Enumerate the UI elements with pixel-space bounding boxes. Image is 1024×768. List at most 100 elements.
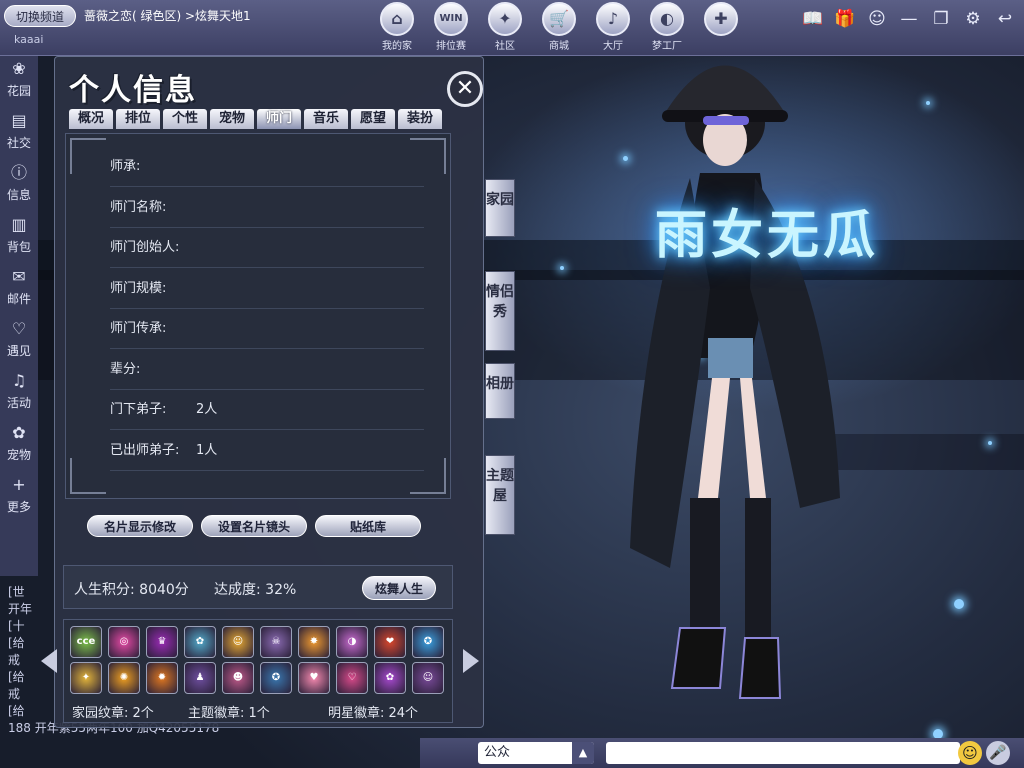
switch-channel-button[interactable]: 切换频道 <box>4 5 76 27</box>
badge-box: cce ◎ ♛ ✿ ☺ ☠ ✸ ◑ ❤ ✪ ✦ ✺ ✹ ♟ ☻ ✪ ♥ ♡ ✿ ☺ 家园纹章: 2个 主题徽章: 1个… <box>63 619 453 723</box>
chat-channel-select[interactable]: 公众 ▲ <box>478 742 594 764</box>
next-arrow[interactable] <box>463 649 479 673</box>
badge-grid: cce ◎ ♛ ✿ ☺ ☠ ✸ ◑ ❤ ✪ ✦ ✺ ✹ ♟ ☻ ✪ ♥ ♡ ✿ ☺ <box>70 626 446 694</box>
rail-item[interactable]: ❀ 花园 <box>0 56 38 108</box>
rail-item[interactable]: + 更多 <box>0 472 38 524</box>
main-nav: ⌂ 我的家 WIN 排位赛 ✦ 社区 🛒 商城 ♪ 大厅 ◐ 梦工厂 ✚ <box>370 2 748 52</box>
nav-item[interactable]: ✚ <box>694 2 748 52</box>
badge-icon[interactable]: ❤ <box>374 626 406 658</box>
book-icon[interactable]: 📖 <box>800 6 826 32</box>
back-icon[interactable]: ↩ <box>992 6 1018 32</box>
chat-bar: 公众 ▲ ☺ 🎤 <box>420 738 1024 768</box>
tab-2[interactable]: 个性 <box>163 109 207 129</box>
badge-icon[interactable]: ♛ <box>146 626 178 658</box>
house-icon[interactable]: ⌂ <box>380 2 414 36</box>
badge-icon[interactable]: ♡ <box>336 662 368 694</box>
rail-item[interactable]: ▤ 社交 <box>0 108 38 160</box>
tab-4[interactable]: 师门 <box>257 109 301 129</box>
light-particle <box>988 441 992 445</box>
row-label: 师门传承: <box>110 321 167 336</box>
rail-item[interactable]: ⓘ 信息 <box>0 160 38 212</box>
tab-3[interactable]: 宠物 <box>210 109 254 129</box>
tab-6[interactable]: 愿望 <box>351 109 395 129</box>
rail-item[interactable]: ♫ 活动 <box>0 368 38 420</box>
settings-icon[interactable]: ⚙ <box>960 6 986 32</box>
nav-item[interactable]: ✦ 社区 <box>478 2 532 52</box>
action-button[interactable]: 设置名片镜头 <box>201 515 307 537</box>
badge-icon[interactable]: ◑ <box>336 626 368 658</box>
restore-icon[interactable]: ❐ <box>928 6 954 32</box>
chat-icon: ▤ <box>11 111 27 130</box>
prev-arrow[interactable] <box>41 649 57 673</box>
rail-label: 遇见 <box>6 344 31 358</box>
badge-icon[interactable]: ◎ <box>108 626 140 658</box>
community-icon[interactable]: ✦ <box>488 2 522 36</box>
mic-icon[interactable]: 🎤 <box>986 741 1010 765</box>
badge-icon[interactable]: ✦ <box>70 662 102 694</box>
badge-icon[interactable]: ✿ <box>184 626 216 658</box>
win-icon[interactable]: WIN <box>434 2 468 36</box>
nav-label: 社区 <box>495 41 515 52</box>
badge-icon[interactable]: ♥ <box>298 662 330 694</box>
tab-1[interactable]: 排位 <box>116 109 160 129</box>
rail-label: 更多 <box>6 500 31 514</box>
action-button[interactable]: 贴纸库 <box>315 515 421 537</box>
nav-item[interactable]: WIN 排位赛 <box>424 2 478 52</box>
badge-icon[interactable]: ☺ <box>412 662 444 694</box>
minimize-icon[interactable]: — <box>896 6 922 32</box>
plus-icon: + <box>12 475 26 494</box>
mail-icon: ✉ <box>12 267 26 286</box>
bag-icon: ▥ <box>11 215 27 234</box>
rail-item[interactable]: ▥ 背包 <box>0 212 38 264</box>
rail-label: 社交 <box>6 136 31 150</box>
badge-icon[interactable]: ☺ <box>222 626 254 658</box>
rail-item[interactable]: ♡ 遇见 <box>0 316 38 368</box>
nav-item[interactable]: 🛒 商城 <box>532 2 586 52</box>
badge-icon[interactable]: ☻ <box>222 662 254 694</box>
badge-icon[interactable]: ✸ <box>298 626 330 658</box>
badge-icon[interactable]: ✹ <box>146 662 178 694</box>
cart-icon[interactable]: 🛒 <box>542 2 576 36</box>
player-avatar[interactable] <box>600 28 860 708</box>
close-button[interactable]: ✕ <box>447 71 483 107</box>
flower-icon: ❀ <box>12 59 26 78</box>
chat-input[interactable] <box>606 742 960 764</box>
chat-channel-label: 公众 <box>484 745 511 760</box>
tab-5[interactable]: 音乐 <box>304 109 348 129</box>
rail-label: 背包 <box>6 240 31 254</box>
badge-icon[interactable]: ☠ <box>260 626 292 658</box>
tab-7[interactable]: 装扮 <box>398 109 442 129</box>
light-particle <box>954 599 964 609</box>
music-icon[interactable]: ♪ <box>596 2 630 36</box>
chevron-up-icon[interactable]: ▲ <box>572 742 594 764</box>
top-bar: 切换频道 蔷薇之恋( 绿色区) >炫舞天地1 kaaai ⌂ 我的家 WIN 排位赛 ✦… <box>0 0 1024 56</box>
badge-icon[interactable]: ✪ <box>412 626 444 658</box>
action-button[interactable]: 名片显示修改 <box>87 515 193 537</box>
nav-item[interactable]: ◐ 梦工厂 <box>640 2 694 52</box>
profile-panel: 个人信息 ✕ 概况 排位 个性 宠物 师门 音乐 愿望 装扮 师承: 师门名称: 师门创始人: 师门… <box>41 56 515 728</box>
life-points: 人生积分: 8040分 <box>74 582 189 598</box>
nav-item[interactable]: ♪ 大厅 <box>586 2 640 52</box>
tab-0[interactable]: 概况 <box>69 109 113 129</box>
wheel-icon[interactable]: ✚ <box>704 2 738 36</box>
badge-icon[interactable]: ✺ <box>108 662 140 694</box>
rail-item[interactable]: ✉ 邮件 <box>0 264 38 316</box>
side-tab-1[interactable]: 情侣秀 <box>485 271 515 351</box>
badge-icon[interactable]: ♟ <box>184 662 216 694</box>
nav-item[interactable]: ⌂ 我的家 <box>370 2 424 52</box>
emoji-icon[interactable]: ☺ <box>958 741 982 765</box>
panel-title: 个人信息 <box>69 73 197 108</box>
left-rail: ❀ 花园 ▤ 社交 ⓘ 信息 ▥ 背包 ✉ 邮件 ♡ 遇见 ♫ 活动 ✿ 宠物 + 更多 <box>0 56 38 576</box>
light-particle <box>560 266 564 270</box>
badge-icon[interactable]: ✿ <box>374 662 406 694</box>
dream-icon[interactable]: ◐ <box>650 2 684 36</box>
life-button[interactable]: 炫舞人生 <box>362 576 436 600</box>
side-tab-0[interactable]: 家园 <box>485 179 515 237</box>
badge-icon[interactable]: ✪ <box>260 662 292 694</box>
side-tab-3[interactable]: 主题屋 <box>485 455 515 535</box>
face-icon[interactable]: ☺ <box>864 6 890 32</box>
side-tab-2[interactable]: 相册 <box>485 363 515 419</box>
gift-icon[interactable]: 🎁 <box>832 6 858 32</box>
badge-icon[interactable]: cce <box>70 626 102 658</box>
rail-item[interactable]: ✿ 宠物 <box>0 420 38 472</box>
